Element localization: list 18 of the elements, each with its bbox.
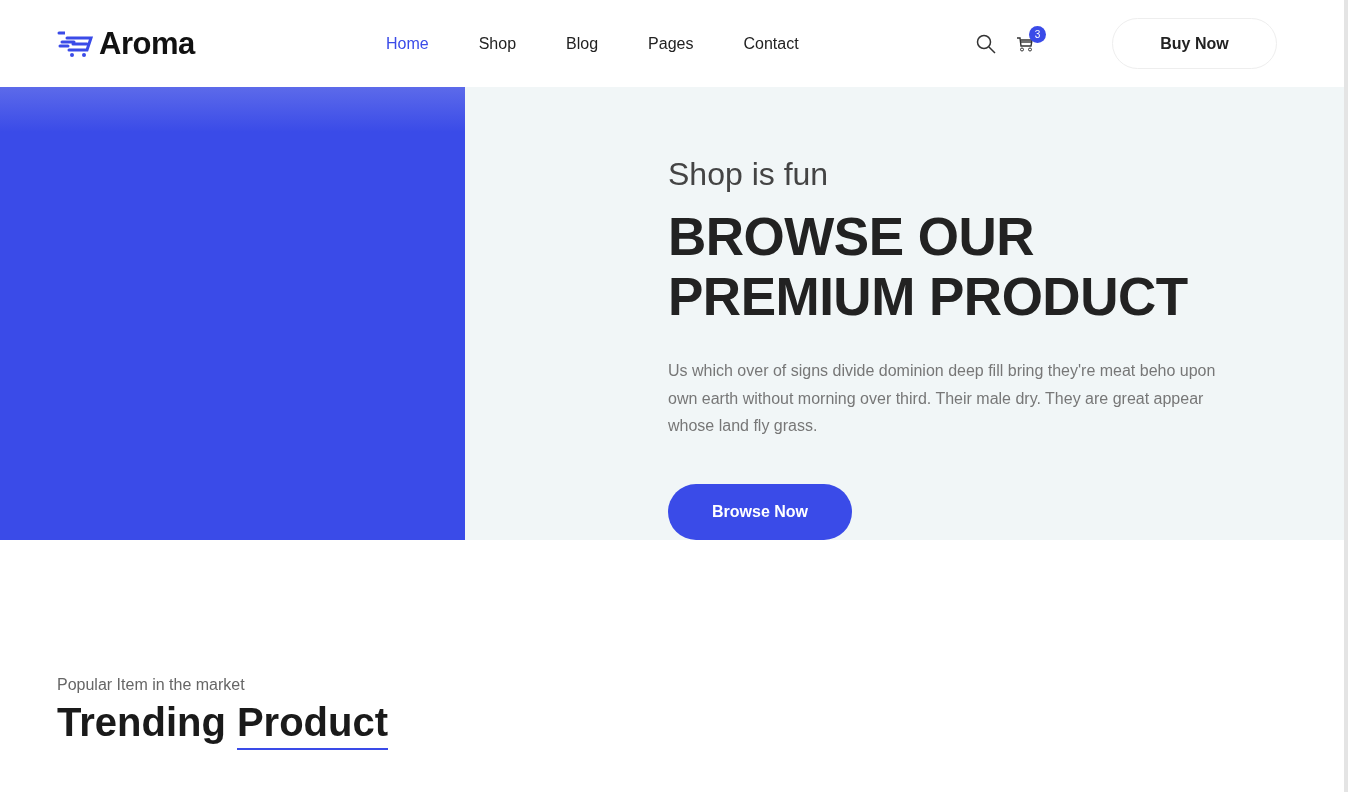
nav-link[interactable]: Contact — [743, 34, 799, 53]
nav-link[interactable]: Pages — [648, 34, 694, 53]
search-icon[interactable] — [976, 33, 996, 54]
section-title: Trending — [57, 700, 226, 746]
cart-logo-icon — [57, 29, 95, 58]
hero-title: BROWSE OUR PREMIUM PRODUCT — [668, 207, 1189, 327]
nav-link[interactable]: Home — [386, 34, 429, 53]
cart-count-badge: 3 — [1029, 25, 1046, 43]
section-kicker: Popular Item in the market — [57, 676, 246, 694]
nav-link[interactable]: Blog — [566, 34, 599, 53]
browse-now-button[interactable]: Browse Now — [668, 483, 852, 540]
hero-description: Us which over of signs divide dominion deep fill bring they're meat beho upon own earth without morning over third. Their male dry. They are great appear whose land fly grass. — [668, 361, 1217, 436]
logo-text[interactable]: Aroma — [99, 25, 195, 62]
nav-link[interactable]: Shop — [478, 34, 517, 53]
section-title-underlined: Product — [236, 700, 388, 750]
cart-icon[interactable] — [1016, 35, 1034, 52]
buy-now-button[interactable]: Buy Now — [1112, 18, 1277, 69]
hero-subtitle: Shop is fun — [668, 155, 830, 193]
